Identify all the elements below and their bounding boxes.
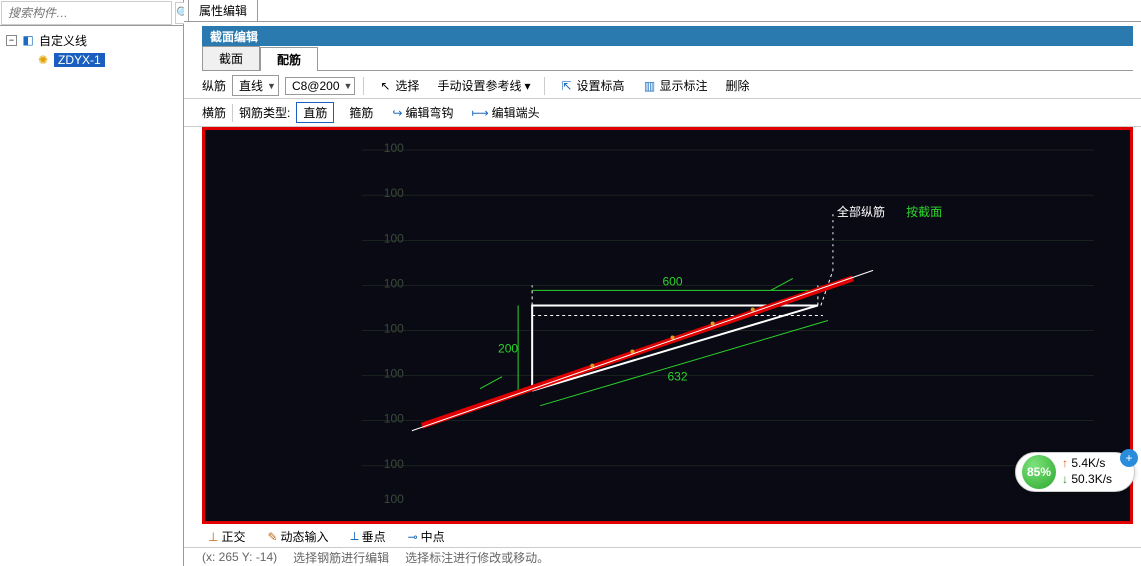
canvas-svg: 100 100 100 100 100 100 100 100 100 xyxy=(205,130,1130,521)
drawing-canvas[interactable]: 100 100 100 100 100 100 100 100 100 xyxy=(202,127,1133,524)
grid-tick: 100 xyxy=(384,367,404,381)
tab-property-edit[interactable]: 属性编辑 xyxy=(188,0,258,21)
ortho-icon: ⊥ xyxy=(208,530,218,544)
speed-down: 50.3K/s xyxy=(1062,472,1112,488)
dim-bottom: 632 xyxy=(668,370,688,384)
collapse-icon[interactable]: − xyxy=(6,35,17,46)
component-tree: − ◧ 自定义线 ✺ ZDYX-1 xyxy=(0,26,183,74)
grid-tick: 100 xyxy=(384,231,404,245)
type-line-option[interactable]: 直筋 xyxy=(296,102,334,123)
coord-readout: (x: 265 Y: -14) xyxy=(202,550,277,564)
hint-text-2: 选择标注进行修改或移动。 xyxy=(405,549,549,566)
grid-tick: 100 xyxy=(384,141,404,155)
elevation-icon: ⇱ xyxy=(559,79,573,93)
annot-section[interactable]: 按截面 xyxy=(906,205,942,219)
search-row: 🔍 xyxy=(0,0,183,26)
perp-snap-toggle[interactable]: ⟂垂点 xyxy=(345,527,392,546)
cursor-icon: ↖ xyxy=(378,79,392,93)
end-icon: ⟼ xyxy=(471,106,488,120)
type-label: 钢筋类型: xyxy=(239,104,290,121)
canvas-wrap: 100 100 100 100 100 100 100 100 100 xyxy=(202,127,1133,524)
grid-tick: 100 xyxy=(384,412,404,426)
dim-top: 600 xyxy=(662,274,682,288)
custom-line-icon: ◧ xyxy=(21,33,35,47)
outer-tab-bar: 属性编辑 xyxy=(184,0,1141,22)
tab-section[interactable]: 截面 xyxy=(202,46,260,70)
line-type-combo[interactable]: 直线▼ xyxy=(232,75,279,96)
right-panel: 属性编辑 截面编辑 截面 配筋 纵筋 直线▼ C8@200▼ ↖选择 手动设置参… xyxy=(184,0,1141,566)
trans-label: 横筋 xyxy=(202,104,226,121)
toolbar-separator xyxy=(232,104,233,122)
annot-all: 全部纵筋 xyxy=(837,204,885,219)
mid-icon: ⊸ xyxy=(408,530,418,544)
show-annotation-button[interactable]: ▥显示标注 xyxy=(637,75,714,96)
hint-text-1: 选择钢筋进行编辑 xyxy=(293,549,389,566)
dyn-icon: ✎ xyxy=(267,530,277,544)
delete-button[interactable]: 删除 xyxy=(720,75,756,96)
chevron-down-icon: ▼ xyxy=(344,81,353,91)
sub-tab-bar: 截面 配筋 xyxy=(202,46,1133,71)
grid-tick: 100 xyxy=(384,186,404,200)
mid-snap-toggle[interactable]: ⊸中点 xyxy=(402,527,451,546)
select-button[interactable]: ↖选择 xyxy=(372,75,425,96)
edit-end-button[interactable]: ⟼编辑端头 xyxy=(465,102,545,123)
spec-combo[interactable]: C8@200▼ xyxy=(285,77,355,95)
chevron-down-icon: ▾ xyxy=(524,79,530,93)
manual-refline-button[interactable]: 手动设置参考线 ▾ xyxy=(431,75,536,96)
edit-hook-button[interactable]: ↪编辑弯钩 xyxy=(386,102,459,123)
grid-tick: 100 xyxy=(384,457,404,471)
hook-icon: ↪ xyxy=(392,106,402,120)
dyn-input-toggle[interactable]: ✎动态输入 xyxy=(261,527,334,546)
grid-tick: 100 xyxy=(384,322,404,336)
toolbar-separator xyxy=(363,77,364,95)
plus-icon[interactable]: + xyxy=(1120,449,1138,467)
panel-title: 截面编辑 xyxy=(202,26,1133,46)
status-bar: (x: 265 Y: -14) 选择钢筋进行编辑 选择标注进行修改或移动。 xyxy=(184,548,1141,566)
chevron-down-icon: ▼ xyxy=(267,81,276,91)
tree-root-label: 自定义线 xyxy=(39,32,87,49)
set-elevation-button[interactable]: ⇱设置标高 xyxy=(553,75,630,96)
tree-item-row[interactable]: ✺ ZDYX-1 xyxy=(2,50,181,70)
item-icon: ✺ xyxy=(36,53,50,67)
speed-widget[interactable]: 85% 5.4K/s 50.3K/s + xyxy=(1015,452,1135,492)
search-input[interactable] xyxy=(2,2,171,24)
speed-percent: 85% xyxy=(1022,455,1056,489)
speed-up: 5.4K/s xyxy=(1062,456,1112,472)
tree-root-row[interactable]: − ◧ 自定义线 xyxy=(2,30,181,50)
left-panel: 🔍 − ◧ 自定义线 ✺ ZDYX-1 xyxy=(0,0,184,566)
ortho-toggle[interactable]: ⊥正交 xyxy=(202,527,251,546)
toolbar-transverse: 横筋 钢筋类型: 直筋 箍筋 ↪编辑弯钩 ⟼编辑端头 xyxy=(184,99,1141,127)
longit-label: 纵筋 xyxy=(202,77,226,94)
tab-rebar[interactable]: 配筋 xyxy=(260,47,318,71)
grid-tick: 100 xyxy=(384,492,404,506)
perp-icon: ⟂ xyxy=(351,529,359,544)
toolbar-longitudinal: 纵筋 直线▼ C8@200▼ ↖选择 手动设置参考线 ▾ ⇱设置标高 ▥显示标注… xyxy=(184,71,1141,99)
annotation-icon: ▥ xyxy=(643,79,657,93)
speed-lines: 5.4K/s 50.3K/s xyxy=(1062,456,1112,487)
tree-item-label: ZDYX-1 xyxy=(54,53,105,67)
type-stirrup-option[interactable]: 箍筋 xyxy=(342,102,380,123)
grid-tick: 100 xyxy=(384,276,404,290)
toolbar-separator xyxy=(544,77,545,95)
dim-left: 200 xyxy=(498,342,518,356)
snap-strip: ⊥正交 ✎动态输入 ⟂垂点 ⊸中点 xyxy=(184,524,1141,548)
